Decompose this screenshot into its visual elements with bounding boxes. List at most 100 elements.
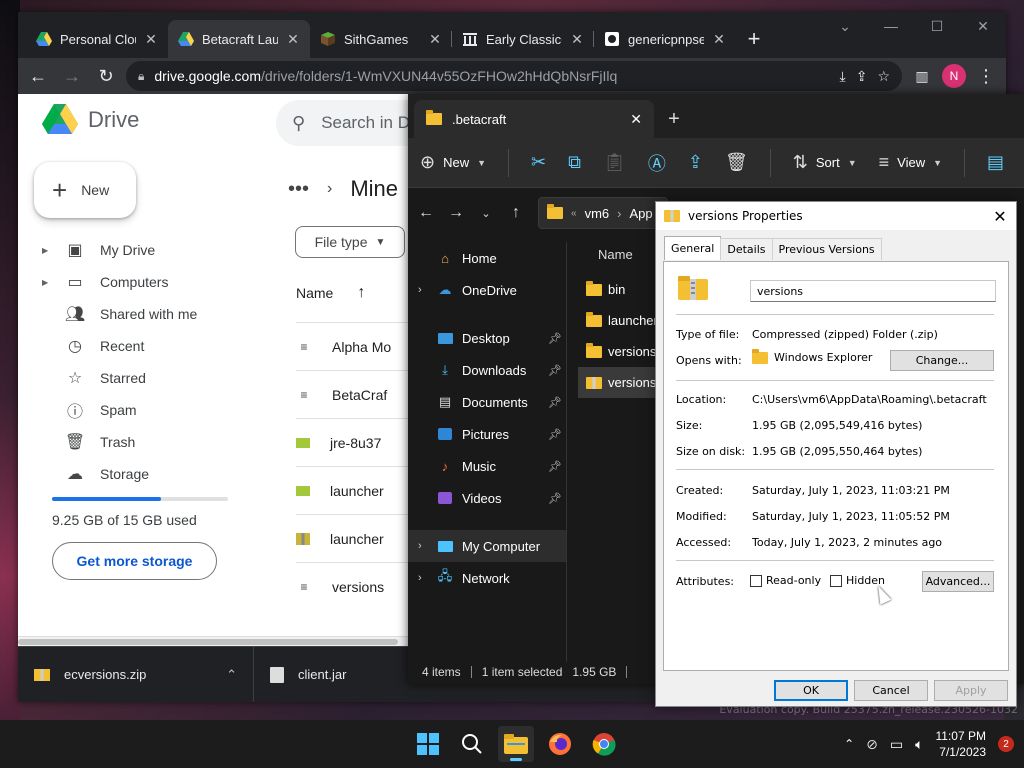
pin-icon[interactable]: 📌︎ — [548, 332, 562, 345]
close-tab-icon[interactable]: ✕ — [286, 31, 300, 48]
pin-icon[interactable]: 📌︎ — [548, 492, 562, 505]
start-button[interactable] — [410, 726, 446, 762]
pin-icon[interactable]: 📌︎ — [548, 396, 562, 409]
tab-search-icon[interactable]: ⌄ — [822, 12, 868, 40]
file-row[interactable]: versions — [578, 336, 658, 367]
tab-details[interactable]: Details — [720, 238, 773, 260]
pin-icon[interactable]: 📌︎ — [548, 460, 562, 473]
file-row-selected[interactable]: versions — [578, 367, 658, 398]
advanced-button[interactable]: Advanced... — [922, 571, 994, 592]
address-segment[interactable]: App — [629, 206, 652, 221]
nav-downloads[interactable]: ⤓ Downloads 📌︎ — [408, 354, 566, 386]
nav-spam[interactable]: ⓘ Spam — [18, 394, 268, 426]
firefox-taskbar-button[interactable] — [542, 726, 578, 762]
new-button[interactable]: ⊕ New ▼ — [420, 152, 486, 173]
file-name-field[interactable]: versions — [750, 280, 996, 302]
ok-button[interactable]: OK — [774, 680, 848, 701]
rename-button[interactable]: Ⓐ — [648, 150, 666, 176]
file-row[interactable]: launcher — [578, 305, 658, 336]
tab-previous-versions[interactable]: Previous Versions — [771, 238, 882, 260]
nav-desktop[interactable]: Desktop 📌︎ — [408, 322, 566, 354]
read-only-checkbox[interactable]: Read-only — [750, 574, 821, 587]
chrome-tab[interactable]: Personal Clouc ✕ — [26, 20, 168, 58]
nav-starred[interactable]: ☆ Starred — [18, 362, 268, 394]
search-button[interactable] — [454, 726, 490, 762]
file-row[interactable]: jre-8u37 — [296, 418, 426, 466]
nav-my-drive[interactable]: ▶ ▣ My Drive — [18, 234, 268, 266]
new-tab-button[interactable]: + — [654, 100, 694, 138]
chrome-tab-active[interactable]: Betacraft Laun ✕ — [168, 20, 310, 58]
pin-icon[interactable]: 📌︎ — [548, 364, 562, 377]
chrome-tab[interactable]: Early Classic+ ✕ — [452, 20, 594, 58]
paste-button[interactable]: 📋︎ — [603, 152, 626, 173]
nav-shared[interactable]: 👥︎ Shared with me — [18, 298, 268, 330]
file-row[interactable]: bin — [578, 274, 658, 305]
bookmark-star-icon[interactable]: ☆ — [877, 68, 890, 85]
forward-icon[interactable]: → — [58, 62, 86, 90]
tab-general[interactable]: General — [664, 236, 722, 260]
address-segment[interactable]: vm6 — [585, 206, 610, 221]
nav-trash[interactable]: 🗑︎ Trash — [18, 426, 268, 458]
more-button[interactable]: ▤ — [987, 152, 1004, 173]
name-column-header[interactable]: Name ↑ — [296, 284, 365, 302]
more-breadcrumb-icon[interactable]: ••• — [288, 178, 309, 201]
close-tab-icon[interactable]: ✕ — [630, 111, 642, 128]
file-row[interactable]: launcher — [296, 514, 426, 562]
expand-chevron-icon[interactable]: › — [418, 572, 436, 584]
apply-button[interactable]: Apply — [934, 680, 1008, 701]
new-button[interactable]: + New — [34, 162, 136, 218]
taskbar-clock[interactable]: 11:07 PM 7/1/2023 — [936, 728, 986, 760]
nav-recent[interactable]: ◷ Recent — [18, 330, 268, 362]
nav-music[interactable]: ♪ Music 📌︎ — [408, 450, 566, 482]
close-window-button[interactable]: ✕ — [960, 12, 1006, 40]
close-icon[interactable]: ✕ — [984, 207, 1016, 226]
show-hidden-icons-chevron-icon[interactable]: ⌃ — [844, 737, 854, 751]
cancel-button[interactable]: Cancel — [854, 680, 928, 701]
nav-home[interactable]: ⌂ Home — [408, 242, 566, 274]
expand-chevron-icon[interactable]: › — [418, 540, 436, 552]
explorer-address-bar[interactable]: « vm6 › App — [538, 197, 668, 229]
name-column-header[interactable]: Name — [578, 242, 658, 266]
share-button[interactable]: ⇪ — [688, 152, 703, 173]
nav-computers[interactable]: ▶ ▭ Computers — [18, 266, 268, 298]
download-item[interactable]: ecversions.zip ⌃ — [18, 646, 254, 702]
close-tab-icon[interactable]: ✕ — [428, 31, 442, 48]
recent-locations-icon[interactable]: ⌄ — [478, 207, 494, 220]
nav-documents[interactable]: ▤ Documents 📌︎ — [408, 386, 566, 418]
explorer-tab[interactable]: .betacraft ✕ — [414, 100, 654, 138]
file-row[interactable]: ≡ BetaCraf — [296, 370, 426, 418]
forward-icon[interactable]: → — [448, 204, 464, 222]
get-more-storage-button[interactable]: Get more storage — [52, 542, 217, 580]
file-row[interactable]: ≡ versions — [296, 562, 426, 610]
expand-chevron-icon[interactable]: › — [418, 284, 436, 296]
file-row[interactable]: ≡ Alpha Mo — [296, 322, 426, 370]
chrome-taskbar-button[interactable] — [586, 726, 622, 762]
profile-avatar[interactable]: N — [942, 64, 966, 88]
sort-button[interactable]: ⇅ Sort ▼ — [793, 152, 857, 173]
expand-caret-icon[interactable]: ▶ — [42, 278, 50, 287]
nav-my-computer[interactable]: › My Computer — [408, 530, 566, 562]
breadcrumb-current[interactable]: Mine — [350, 176, 398, 202]
new-tab-button[interactable]: + — [736, 20, 772, 58]
nav-videos[interactable]: Videos 📌︎ — [408, 482, 566, 514]
scrollbar-thumb[interactable] — [18, 639, 398, 645]
chevron-up-icon[interactable]: ⌃ — [226, 667, 237, 683]
file-row[interactable]: launcher — [296, 466, 426, 514]
pin-icon[interactable]: 📌︎ — [548, 428, 562, 441]
minimize-button[interactable]: — — [868, 12, 914, 40]
file-explorer-taskbar-button[interactable] — [498, 726, 534, 762]
view-button[interactable]: ≡ View ▼ — [879, 152, 942, 173]
up-icon[interactable]: ↑ — [508, 204, 524, 222]
close-tab-icon[interactable]: ✕ — [712, 31, 726, 48]
delete-button[interactable]: 🗑︎ — [725, 152, 748, 173]
file-type-filter[interactable]: File type ▼ — [295, 226, 405, 258]
dialog-title-bar[interactable]: versions Properties ✕ — [656, 202, 1016, 230]
nav-pictures[interactable]: Pictures 📌︎ — [408, 418, 566, 450]
reload-icon[interactable]: ↻ — [92, 62, 120, 90]
maximize-button[interactable]: ☐ — [914, 12, 960, 40]
chrome-menu-icon[interactable]: ⋮ — [972, 62, 1000, 90]
nav-storage[interactable]: ☁︎ Storage — [18, 458, 268, 490]
back-icon[interactable]: ← — [24, 62, 52, 90]
download-item[interactable]: client.jar — [254, 647, 434, 703]
overflow-icon[interactable]: « — [571, 208, 577, 219]
